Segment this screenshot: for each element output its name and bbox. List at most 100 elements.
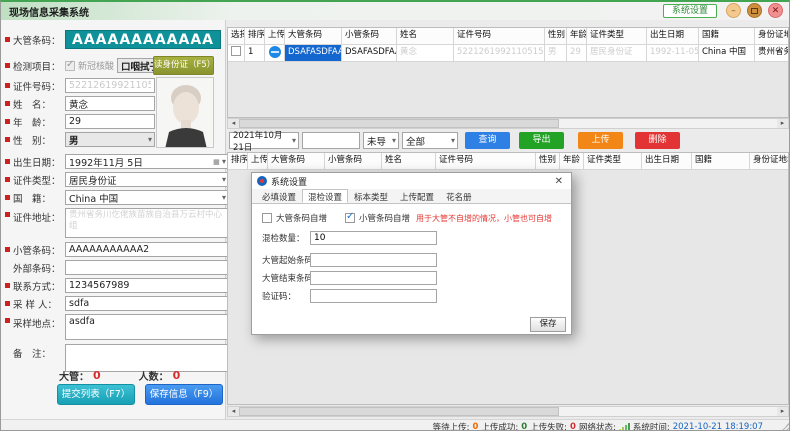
birth-date-picker[interactable]: 1992年11月 5日 ▦ ▾ xyxy=(65,154,229,169)
dialog-close-icon[interactable]: ✕ xyxy=(552,176,566,187)
big-end-row: 大管结束条码： xyxy=(262,271,437,285)
captcha-input[interactable] xyxy=(310,289,437,303)
col-big-barcode[interactable]: 大管条码 xyxy=(268,153,325,169)
tab-roster[interactable]: 花名册 xyxy=(440,189,478,203)
required-marker xyxy=(5,37,10,42)
date-filter-select[interactable]: 2021年10月21日 ▾ xyxy=(229,132,299,149)
required-marker xyxy=(5,318,10,323)
upload-button[interactable]: 上传 xyxy=(578,132,623,149)
resize-grip[interactable] xyxy=(781,423,789,431)
col-seq[interactable]: 排序 xyxy=(228,153,248,169)
id-type-select[interactable]: 居民身份证 ▾ xyxy=(65,172,229,187)
small-auto-checkbox[interactable] xyxy=(345,213,355,223)
spacer xyxy=(5,348,10,353)
col-upload[interactable]: 上传 xyxy=(248,153,268,169)
nationality-select[interactable]: China 中国 ▾ xyxy=(65,190,229,205)
system-time-label: 系统时间: xyxy=(633,421,670,431)
col-address[interactable]: 身份证地址 xyxy=(755,28,789,44)
scope-filter[interactable]: 全部 ▾ xyxy=(402,132,458,149)
scroll-right-icon[interactable]: ▸ xyxy=(777,407,788,416)
col-small-barcode[interactable]: 小管条码 xyxy=(342,28,397,44)
mix-count-input[interactable] xyxy=(310,231,437,245)
big-start-input[interactable] xyxy=(310,253,437,267)
submit-list-button[interactable]: 提交列表（F7） xyxy=(57,384,135,405)
upper-table-hscrollbar[interactable]: ◂ ▸ xyxy=(227,118,789,129)
col-name[interactable]: 姓名 xyxy=(382,153,436,169)
required-marker xyxy=(5,101,10,106)
scroll-right-icon[interactable]: ▸ xyxy=(777,119,788,128)
col-upload[interactable]: 上传 xyxy=(265,28,285,44)
row-big-barcode[interactable]: DSAFASDFAAAS xyxy=(285,45,342,61)
col-big-barcode[interactable]: 大管条码 xyxy=(285,28,342,44)
covid-checkbox[interactable] xyxy=(65,61,75,71)
save-info-button[interactable]: 保存信息（F9） xyxy=(145,384,223,405)
col-age[interactable]: 年龄 xyxy=(560,153,584,169)
name-input[interactable] xyxy=(65,96,155,111)
auto-increment-note: 用于大管不自增的情况，小管也可自增 xyxy=(416,213,552,224)
status-bar: 等待上传: 0 上传成功: 0 上传失败: 0 网络状态: 系统时间: 2021… xyxy=(1,419,790,431)
big-barcode-input[interactable]: AAAAAAAAAAAA xyxy=(65,30,221,49)
big-auto-checkbox[interactable] xyxy=(262,213,272,223)
col-id-number[interactable]: 证件号码 xyxy=(436,153,536,169)
tab-upload-config[interactable]: 上传配置 xyxy=(394,189,440,203)
dialog-save-button[interactable]: 保存 xyxy=(530,317,566,332)
required-marker xyxy=(5,177,10,182)
close-button[interactable]: ✕ xyxy=(768,3,783,18)
col-gender[interactable]: 性别 xyxy=(545,28,567,44)
upload-state-filter[interactable]: 未导 ▾ xyxy=(363,132,399,149)
chevron-down-icon: ▾ xyxy=(292,137,296,145)
col-address[interactable]: 身份证地址 xyxy=(750,153,789,169)
sample-site-textarea[interactable]: asdfa xyxy=(65,314,229,340)
minimize-button[interactable]: – xyxy=(726,3,741,18)
gender-select[interactable]: 男 ▾ xyxy=(65,132,155,147)
scrollbar-thumb[interactable] xyxy=(239,119,559,128)
small-barcode-input[interactable] xyxy=(65,242,229,257)
upper-table-header: 选择 排序 上传 大管条码 小管条码 姓名 证件号码 性别 年龄 证件类型 出生… xyxy=(228,28,788,45)
col-birth-date[interactable]: 出生日期 xyxy=(642,153,692,169)
sampler-input[interactable] xyxy=(65,296,229,311)
col-age[interactable]: 年龄 xyxy=(567,28,587,44)
col-nationality[interactable]: 国籍 xyxy=(699,28,755,44)
col-gender[interactable]: 性别 xyxy=(536,153,560,169)
covid-checkbox-label: 新冠核酸 xyxy=(78,59,114,72)
tab-mix-settings[interactable]: 混检设置 xyxy=(302,189,348,203)
delete-button[interactable]: 删除 xyxy=(635,132,680,149)
table-row[interactable]: 1 DSAFASDFAAAS DSAFASDFAAAS1 黄念 52212619… xyxy=(228,45,788,62)
upper-table: 选择 排序 上传 大管条码 小管条码 姓名 证件号码 性别 年龄 证件类型 出生… xyxy=(227,27,789,118)
col-birth-date[interactable]: 出生日期 xyxy=(647,28,699,44)
col-name[interactable]: 姓名 xyxy=(397,28,454,44)
contact-input[interactable] xyxy=(65,278,229,293)
id-address-textarea[interactable]: 贵州省务川仡佬族苗族自治县万云村中心组 xyxy=(65,208,229,238)
read-id-card-button[interactable]: 读身份证（F5） xyxy=(153,56,214,75)
chevron-down-icon: ▾ xyxy=(148,136,152,144)
col-seq[interactable]: 排序 xyxy=(245,28,265,44)
toolbar-search-input[interactable] xyxy=(302,132,360,149)
row-checkbox[interactable] xyxy=(231,46,241,56)
external-barcode-input[interactable] xyxy=(65,260,229,275)
col-nationality[interactable]: 国籍 xyxy=(692,153,750,169)
col-id-type[interactable]: 证件类型 xyxy=(584,153,642,169)
query-button[interactable]: 查询 xyxy=(465,132,510,149)
required-marker xyxy=(5,159,10,164)
name-label: 姓 名： xyxy=(13,97,65,111)
lower-table-hscrollbar[interactable]: ◂ ▸ xyxy=(227,406,789,417)
maximize-button[interactable] xyxy=(747,3,762,18)
scroll-left-icon[interactable]: ◂ xyxy=(228,407,239,416)
gender-row: 性 别： 男 ▾ xyxy=(5,132,155,147)
col-id-number[interactable]: 证件号码 xyxy=(454,28,545,44)
col-id-type[interactable]: 证件类型 xyxy=(587,28,647,44)
export-button[interactable]: 导出 xyxy=(519,132,564,149)
tab-specimen-type[interactable]: 标本类型 xyxy=(348,189,394,203)
big-end-input[interactable] xyxy=(310,271,437,285)
col-select[interactable]: 选择 xyxy=(228,28,245,44)
big-tube-count-label: 大管： xyxy=(59,368,89,383)
scrollbar-thumb[interactable] xyxy=(239,407,559,416)
system-settings-button[interactable]: 系统设置 xyxy=(663,4,717,18)
lower-table-header: 排序 上传 大管条码 小管条码 姓名 证件号码 性别 年龄 证件类型 出生日期 … xyxy=(228,153,788,170)
scroll-left-icon[interactable]: ◂ xyxy=(228,119,239,128)
id-number-input[interactable] xyxy=(65,78,155,93)
row-name: 黄念 xyxy=(397,45,454,61)
col-small-barcode[interactable]: 小管条码 xyxy=(325,153,382,169)
age-input[interactable] xyxy=(65,114,155,129)
tab-required-settings[interactable]: 必填设置 xyxy=(256,189,302,203)
